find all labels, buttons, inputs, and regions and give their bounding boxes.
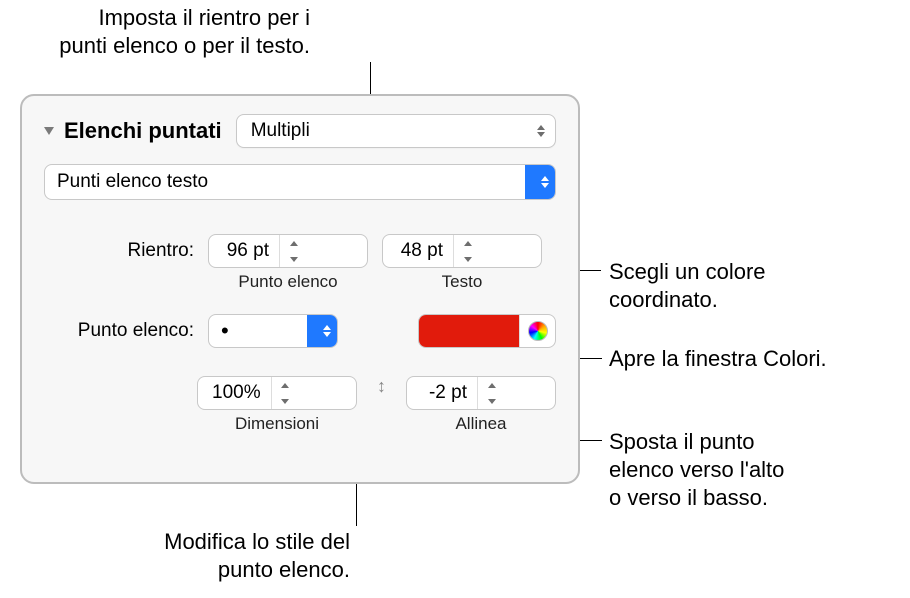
callout-move-bullet: Sposta il punto elenco verso l'alto o ve… [609,428,889,512]
indent-label: Rientro: [44,234,194,262]
callout-opens-colors: Apre la finestra Colori. [609,345,909,373]
bullet-align-caption: Allinea [455,414,506,434]
bullet-format-popup[interactable]: Punti elenco testo [44,164,556,200]
bullet-char-popup[interactable]: • [208,314,338,348]
bullet-color-well [418,314,556,348]
bullet-indent-stepper[interactable]: 96 pt [208,234,368,268]
bullets-panel: Elenchi puntati Multipli Punti elenco te… [20,94,580,484]
bullet-char-label: Punto elenco: [44,320,194,342]
bullet-format-value: Punti elenco testo [45,167,525,197]
bullet-size-stepper[interactable]: 100% [197,376,357,410]
chevron-updown-icon [525,165,555,199]
list-style-popup[interactable]: Multipli [236,114,556,148]
bullet-size-value: 100% [198,378,271,408]
bullet-indent-value: 96 pt [209,236,279,266]
chevron-updown-icon [307,315,337,347]
callout-change-style: Modifica lo stile del punto elenco. [90,528,350,584]
text-indent-caption: Testo [442,272,483,292]
disclosure-icon [44,127,54,135]
stepper-arrows-icon[interactable] [453,235,481,267]
stepper-arrows-icon[interactable] [279,235,307,267]
section-header[interactable]: Elenchi puntati [44,118,222,144]
stepper-arrows-icon[interactable] [271,377,299,409]
callout-indent: Imposta il rientro per i punti elenco o … [50,4,310,60]
section-title-text: Elenchi puntati [64,118,222,144]
bullet-size-caption: Dimensioni [235,414,319,434]
color-wheel-icon [528,321,548,341]
stepper-arrows-icon[interactable] [477,377,505,409]
list-style-value: Multipli [251,120,310,142]
bullet-align-value: -2 pt [407,378,477,408]
callout-coord-color: Scegli un colore coordinato. [609,258,889,314]
text-indent-value: 48 pt [383,236,453,266]
bullet-char-value: • [209,317,307,345]
color-swatch[interactable] [419,315,519,347]
bullet-indent-caption: Punto elenco [238,272,337,292]
open-colors-button[interactable] [519,315,555,347]
vertical-align-icon: ↕ [371,376,392,397]
text-indent-stepper[interactable]: 48 pt [382,234,542,268]
chevron-updown-icon [529,125,545,137]
bullet-align-stepper[interactable]: -2 pt [406,376,556,410]
